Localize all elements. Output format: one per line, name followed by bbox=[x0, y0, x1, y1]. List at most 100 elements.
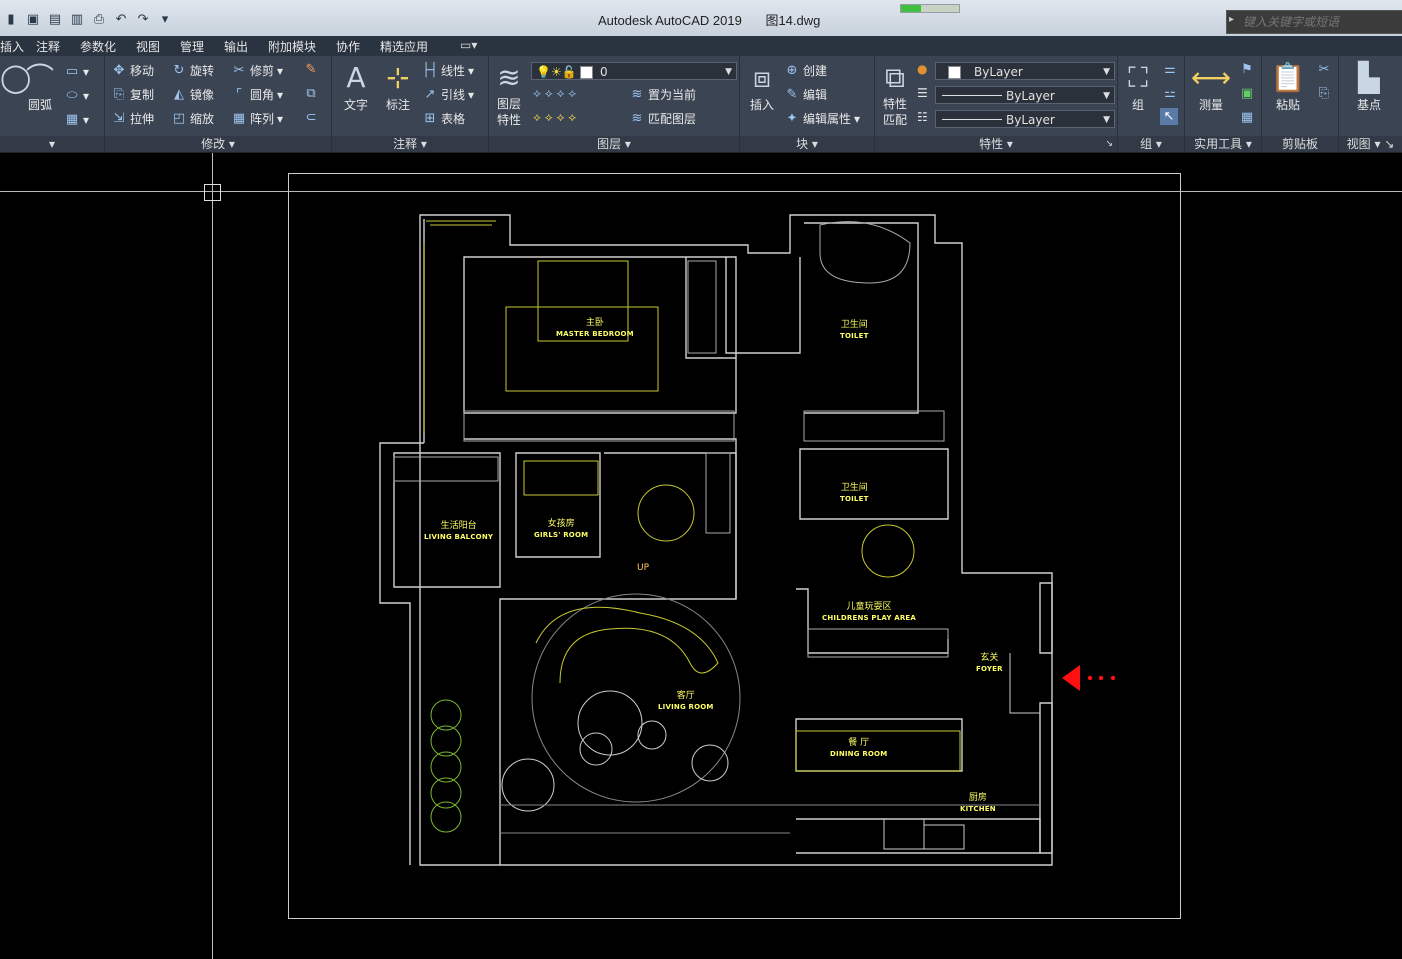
arc-button[interactable]: ⌒ 圆弧 bbox=[20, 60, 60, 113]
layer-dropdown[interactable]: 💡☀🔓 0 ▼ bbox=[531, 62, 737, 80]
color-wheel-icon[interactable]: ● bbox=[917, 62, 927, 76]
rectangle-button[interactable]: ▭ ▾ bbox=[64, 64, 89, 79]
panel-modify-title[interactable]: 修改 ▾ bbox=[105, 136, 331, 152]
linear-button[interactable]: ├┤ 线性 ▾ bbox=[422, 62, 474, 79]
publish-icon[interactable]: ▥ bbox=[68, 10, 86, 28]
text-label: 文字 bbox=[343, 98, 368, 112]
hatch-button[interactable]: ▦ ▾ bbox=[64, 112, 89, 127]
panel-clipboard-title[interactable]: 剪贴板 bbox=[1262, 136, 1338, 152]
paste-button[interactable]: 📋 粘贴 bbox=[1266, 60, 1310, 113]
layer-properties-button[interactable]: ≋ 图层 特性 bbox=[491, 60, 527, 128]
tab-output[interactable]: 输出 bbox=[224, 38, 248, 55]
scale-button[interactable]: ◰ 缩放 bbox=[171, 110, 214, 127]
group-select-button[interactable]: ↖ bbox=[1160, 108, 1178, 125]
match-layer-button[interactable]: ≋ 匹配图层 bbox=[629, 110, 696, 127]
panel-utilities-title[interactable]: 实用工具 ▾ bbox=[1185, 136, 1261, 152]
leader-button[interactable]: ↗ 引线 ▾ bbox=[422, 86, 475, 103]
mirror-label: 镜像 bbox=[190, 88, 215, 102]
room-label-toilet-2: 卫生间 TOILET bbox=[840, 483, 869, 503]
file-name: 图14.dwg bbox=[765, 13, 821, 28]
insert-button[interactable]: ⧈ 插入 bbox=[744, 60, 780, 113]
trim-icon: ✂ bbox=[233, 63, 245, 78]
panel-draw-title[interactable]: ▾ bbox=[0, 136, 104, 152]
tab-annotate[interactable]: 注释 bbox=[36, 38, 60, 55]
match-properties-button[interactable]: ⧉ 特性 匹配 bbox=[877, 60, 913, 128]
explode-button[interactable]: ⧉ bbox=[303, 86, 319, 101]
ungroup-button[interactable]: ⚌ bbox=[1162, 62, 1178, 77]
search-expand-icon[interactable]: ▸ bbox=[1229, 14, 1234, 25]
group-edit-button[interactable]: ⚍ bbox=[1162, 86, 1178, 101]
panel-block-title[interactable]: 块 ▾ bbox=[740, 136, 874, 152]
match-layer-label: 匹配图层 bbox=[648, 112, 697, 126]
arc-icon: ⌒ bbox=[25, 61, 54, 94]
edit-attribute-button[interactable]: ✦ 编辑属性 ▾ bbox=[784, 110, 861, 127]
tab-insert[interactable]: 插入 bbox=[0, 38, 24, 55]
trim-button[interactable]: ✂ 修剪 ▾ bbox=[231, 62, 284, 79]
ribbon-options-icon[interactable]: ▭▾ bbox=[460, 38, 477, 52]
table-button[interactable]: ⊞ 表格 bbox=[422, 110, 465, 127]
circle-button[interactable]: ◯ bbox=[0, 60, 31, 96]
lineweight-dropdown[interactable]: ByLayer ▼ bbox=[935, 110, 1115, 128]
tab-parametric[interactable]: 参数化 bbox=[80, 38, 116, 55]
cut-button[interactable]: ✂ bbox=[1316, 62, 1332, 77]
arc-label: 圆弧 bbox=[27, 98, 52, 112]
dimension-button[interactable]: ⊹ 标注 bbox=[378, 60, 418, 113]
save-as-icon[interactable]: ▤ bbox=[46, 10, 64, 28]
create-block-icon: ⊕ bbox=[786, 63, 798, 78]
more-icon[interactable]: ▾ bbox=[156, 10, 174, 28]
drawing-icon[interactable]: ▮ bbox=[2, 10, 20, 28]
measure-button[interactable]: ⟷ 测量 bbox=[1189, 60, 1233, 113]
tab-manage[interactable]: 管理 bbox=[180, 38, 204, 55]
color-dropdown[interactable]: ByLayer ▼ bbox=[935, 62, 1115, 80]
dialog-launcher-icon[interactable]: ↘ bbox=[1105, 136, 1113, 152]
redo-icon[interactable]: ↷ bbox=[134, 10, 152, 28]
rotate-button[interactable]: ↻ 旋转 bbox=[171, 62, 214, 79]
floor-plan bbox=[379, 214, 1116, 866]
select-all-button[interactable]: ▣ bbox=[1239, 86, 1255, 101]
panel-groups-title[interactable]: 组 ▾ bbox=[1118, 136, 1184, 152]
fillet-button[interactable]: ⌜ 圆角 ▾ bbox=[231, 86, 283, 103]
search-input[interactable] bbox=[1241, 14, 1401, 30]
erase-button[interactable]: ✎ bbox=[303, 62, 319, 77]
stair-label: UP bbox=[637, 563, 650, 573]
array-button[interactable]: ▦ 阵列 ▾ bbox=[231, 110, 283, 127]
group-icon: ⛶ bbox=[1128, 61, 1148, 94]
stretch-button[interactable]: ⇲ 拉伸 bbox=[111, 110, 154, 127]
print-icon[interactable]: ⎙ bbox=[90, 10, 108, 28]
panel-properties-title[interactable]: 特性 ▾ ↘ bbox=[875, 136, 1117, 152]
layer-props-label-1: 图层 bbox=[496, 97, 521, 111]
copy-button[interactable]: ⎘ 复制 bbox=[111, 86, 154, 103]
edit-block-button[interactable]: ✎ 编辑 bbox=[784, 86, 827, 103]
linetype-dropdown[interactable]: ByLayer ▼ bbox=[935, 86, 1115, 104]
copy-clip-button[interactable]: ⎘ bbox=[1316, 86, 1332, 101]
ellipse-button[interactable]: ⬭ ▾ bbox=[64, 88, 89, 103]
create-block-button[interactable]: ⊕ 创建 bbox=[784, 62, 827, 79]
move-button[interactable]: ✥ 移动 bbox=[111, 62, 154, 79]
stretch-label: 拉伸 bbox=[130, 112, 155, 126]
room-label-master-bedroom: 主卧 MASTER BEDROOM bbox=[556, 318, 634, 338]
calculator-button[interactable]: ▦ bbox=[1239, 110, 1255, 125]
drawing-canvas[interactable]: 主卧 MASTER BEDROOM 卫生间 TOILET 卫生间 TOILET 生活阳… bbox=[0, 153, 1402, 959]
set-current-button[interactable]: ≋ 置为当前 bbox=[629, 86, 696, 103]
mirror-button[interactable]: ◭ 镜像 bbox=[171, 86, 214, 103]
offset-button[interactable]: ⊂ bbox=[303, 110, 319, 125]
layer-tools-row-2[interactable]: ⟡ ⟡ ⟡ ⟡ bbox=[533, 110, 576, 125]
base-point-button[interactable]: ▙ 基点 bbox=[1345, 60, 1393, 113]
panel-layers-title[interactable]: 图层 ▾ bbox=[489, 136, 739, 152]
tab-collaborate[interactable]: 协作 bbox=[336, 38, 360, 55]
edit-attribute-icon: ✦ bbox=[786, 111, 798, 126]
panel-view-title[interactable]: 视图 ▾ ↘ bbox=[1339, 136, 1402, 152]
group-button[interactable]: ⛶ 组 bbox=[1120, 60, 1156, 113]
save-icon[interactable]: ▣ bbox=[24, 10, 42, 28]
undo-icon[interactable]: ↶ bbox=[112, 10, 130, 28]
tab-featured-apps[interactable]: 精选应用 bbox=[380, 38, 428, 55]
table-icon: ⊞ bbox=[424, 111, 436, 126]
quick-select-button[interactable]: ⚑ bbox=[1239, 62, 1255, 77]
layer-tools-row-1[interactable]: ⟡ ⟡ ⟡ ⟡ bbox=[533, 86, 576, 101]
tab-addins[interactable]: 附加模块 bbox=[268, 38, 316, 55]
panel-annotation-title[interactable]: 注释 ▾ bbox=[332, 136, 488, 152]
tab-view[interactable]: 视图 bbox=[136, 38, 160, 55]
text-button[interactable]: A 文字 bbox=[338, 60, 374, 113]
search-box[interactable]: ▸ bbox=[1226, 10, 1402, 34]
fillet-label: 圆角 bbox=[250, 88, 275, 102]
